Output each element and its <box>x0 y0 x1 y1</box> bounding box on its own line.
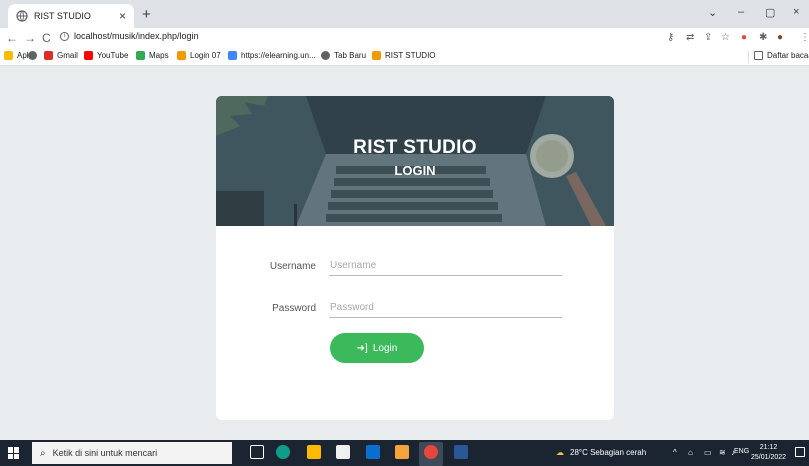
divider <box>748 51 749 63</box>
bookmark-icon <box>372 51 381 60</box>
apps-icon <box>4 51 13 60</box>
reading-list-icon <box>754 51 763 60</box>
clock-date: 25/01/2022 <box>751 454 787 461</box>
notification-icon[interactable] <box>795 447 805 457</box>
url-text: localhost/musik/index.php/login <box>74 31 199 41</box>
tab-strip: RIST STUDIO × + ⌄ – ▢ × <box>0 0 809 28</box>
chrome-icon <box>424 445 438 459</box>
windows-logo-tile <box>8 447 13 453</box>
system-clock[interactable]: 21:12 25/01/2022 <box>751 443 786 463</box>
bookmark-label: https://elearning.un... <box>241 51 316 60</box>
store-icon[interactable] <box>336 445 350 459</box>
youtube-icon <box>84 51 93 60</box>
bookmark-label: YouTube <box>97 51 129 60</box>
task-view-icon[interactable] <box>250 445 264 459</box>
sign-in-icon: ➜] <box>356 342 368 354</box>
bookmark-rist-studio[interactable]: RIST STUDIO <box>372 51 436 60</box>
reading-list-button[interactable]: Daftar bacaa <box>754 51 809 60</box>
forward-button[interactable]: → <box>24 30 36 46</box>
weather-text[interactable]: 28°C Sebagian cerah <box>570 448 646 457</box>
username-label: Username <box>269 261 316 272</box>
google-icon <box>228 51 237 60</box>
maximize-button[interactable]: ▢ <box>765 6 775 19</box>
password-label: Password <box>272 303 316 314</box>
bookmark-icon <box>177 51 186 60</box>
new-tab-button[interactable]: + <box>142 6 151 24</box>
info-icon[interactable]: i <box>60 31 69 41</box>
weather-icon: ☁ <box>556 448 564 457</box>
mail-icon[interactable] <box>366 445 380 459</box>
back-button[interactable]: ← <box>6 30 18 46</box>
browser-tab[interactable]: RIST STUDIO × <box>8 4 134 28</box>
password-input[interactable] <box>329 298 562 318</box>
login-button[interactable]: ➜] Login <box>330 333 424 363</box>
bookmark-apps[interactable]: Apl <box>4 51 29 60</box>
battery-icon[interactable]: ▭ <box>704 448 712 457</box>
app-title: RIST STUDIO <box>353 137 477 158</box>
tab-title: RIST STUDIO <box>34 11 91 21</box>
chevron-up-icon[interactable]: ^ <box>673 448 677 457</box>
page-body: RIST STUDIO LOGIN Username Password ➜] L… <box>0 67 809 440</box>
gmail-icon <box>44 51 53 60</box>
globe-icon <box>16 10 28 22</box>
login-card: RIST STUDIO LOGIN Username Password ➜] L… <box>216 96 614 420</box>
file-explorer-icon[interactable] <box>307 445 321 459</box>
bookmarks-bar: Apl Gmail YouTube Maps Login 07 https://… <box>0 48 809 66</box>
menu-icon[interactable]: ⋮ <box>800 32 809 44</box>
bookmark-gmail[interactable]: Gmail <box>44 51 78 60</box>
network-icon[interactable]: ⌂ <box>688 448 693 457</box>
bookmark-label: Gmail <box>57 51 78 60</box>
tab-search-icon[interactable]: ⌄ <box>708 6 717 19</box>
bookmark-tab-baru[interactable]: Tab Baru <box>321 51 366 60</box>
taskbar-search[interactable]: ⌕ Ketik di sini untuk mencari <box>32 442 232 464</box>
maps-icon <box>136 51 145 60</box>
login-header-image: RIST STUDIO LOGIN <box>216 96 614 226</box>
bookmark-login07[interactable]: Login 07 <box>177 51 221 60</box>
login-button-label: Login <box>372 342 398 354</box>
bookmark-label: RIST STUDIO <box>385 51 436 60</box>
login-heading: LOGIN <box>394 163 436 178</box>
bookmark-youtube[interactable]: YouTube <box>84 51 128 60</box>
clock-time: 21:12 <box>759 444 778 451</box>
close-icon[interactable]: × <box>119 10 126 22</box>
search-placeholder: Ketik di sini untuk mencari <box>52 448 158 458</box>
puzzle-icon[interactable]: ✱ <box>759 32 767 44</box>
star-icon[interactable]: ☆ <box>721 32 730 44</box>
language-indicator[interactable]: ENG <box>734 448 749 455</box>
word-icon[interactable] <box>454 445 468 459</box>
browser-toolbar: ← → C i localhost/musik/index.php/login … <box>0 28 809 48</box>
wifi-icon[interactable]: ≋ <box>719 448 726 457</box>
windows-logo-tile <box>8 453 13 459</box>
bookmark-label: Maps <box>149 51 169 60</box>
bookmark-globe[interactable] <box>28 51 41 60</box>
bookmark-maps[interactable]: Maps <box>136 51 169 60</box>
windows-logo-tile <box>14 453 19 459</box>
search-icon: ⌕ <box>40 447 46 459</box>
address-bar[interactable]: i localhost/musik/index.php/login <box>60 31 199 41</box>
reload-button[interactable]: C <box>42 30 51 46</box>
taskbar: ⌕ Ketik di sini untuk mencari ☁ 28°C Seb… <box>0 440 809 466</box>
window-close-button[interactable]: × <box>793 6 799 18</box>
windows-logo-tile <box>14 447 19 453</box>
edge-icon[interactable] <box>276 445 290 459</box>
bookmark-elearning[interactable]: https://elearning.un... <box>228 51 316 60</box>
xampp-icon[interactable] <box>395 445 409 459</box>
bookmark-label: Tab Baru <box>334 51 367 60</box>
bookmark-label: Apl <box>17 51 29 60</box>
laptop-photo <box>216 96 614 226</box>
key-icon[interactable]: ⚷ <box>667 32 674 44</box>
reading-list-label: Daftar bacaa <box>767 51 809 60</box>
share-icon[interactable]: ⇪ <box>704 32 712 44</box>
translate-icon[interactable]: ⇄ <box>686 32 694 44</box>
globe-icon <box>321 51 330 60</box>
windows-start-button[interactable] <box>8 447 20 459</box>
extension-icon[interactable]: ● <box>741 32 747 44</box>
username-input[interactable] <box>329 256 562 276</box>
avatar[interactable]: ● <box>777 32 783 44</box>
minimize-button[interactable]: – <box>738 6 744 18</box>
globe-icon <box>28 51 37 60</box>
bookmark-label: Login 07 <box>190 51 221 60</box>
